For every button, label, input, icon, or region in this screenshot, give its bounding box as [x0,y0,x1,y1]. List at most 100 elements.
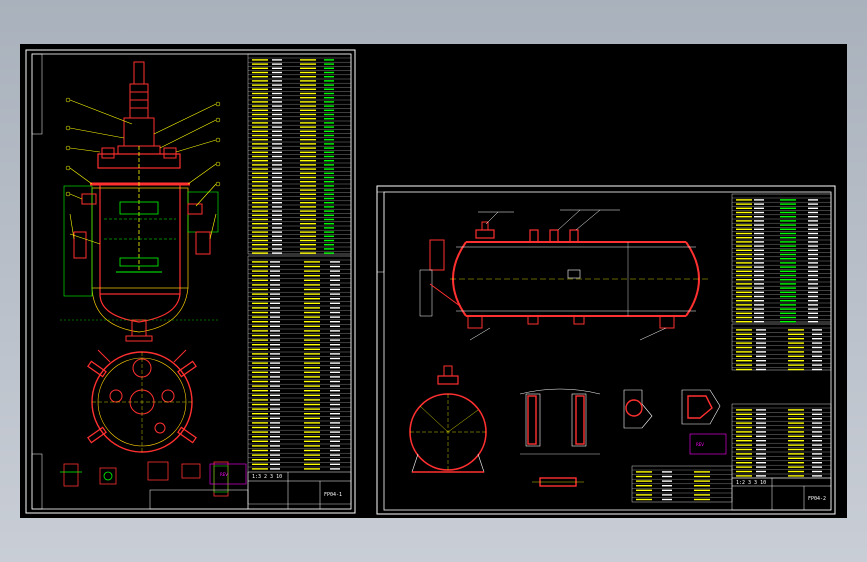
table-cell-text [808,283,818,285]
table-cell-text [252,367,268,369]
table-cell-text [304,436,320,438]
table-cell-text [324,76,334,78]
table-cell-text [300,143,316,145]
table-cell-text [780,291,796,293]
table-cell-text [272,181,282,183]
table-cell-text [324,63,334,65]
table-cell-text [300,227,316,229]
table-cell-text [754,199,764,201]
table-cell-text [300,214,316,216]
table-cell-text [330,270,340,272]
table-cell-text [304,385,320,387]
table-cell-text [252,325,268,327]
table-cell-text [272,122,282,124]
table-cell-text [808,245,818,247]
reactor-vessel [60,146,220,342]
table-cell-text [330,413,340,415]
table-cell-text [252,113,268,116]
table-cell-text [304,380,320,383]
table-cell-text [780,237,796,239]
table-cell-text [330,445,340,447]
table-cell-text [252,362,268,364]
table-cell-text [808,211,818,214]
table-cell-text [788,346,804,349]
table-cell-text [252,288,268,291]
table-cell-text [324,231,334,233]
table-cell-text [812,470,822,473]
table-cell-text [304,426,320,429]
table-cell-text [252,214,268,216]
table-cell-text [780,283,796,285]
table-cell-text [788,453,804,455]
table-cell-text [754,211,764,214]
table-cell-text [736,431,752,433]
table-cell-text [812,364,822,366]
table-cell-text [324,176,334,179]
table-cell-text [252,151,268,153]
table-cell-text [252,339,268,341]
table-cell-text [736,351,752,353]
table-cell-text [788,444,804,446]
table-cell-text [808,237,818,239]
table-cell-text [252,193,268,195]
table-cell-text [252,265,268,268]
table-cell-text [272,97,282,99]
table-cell-text [252,164,268,166]
table-cell-text [270,353,280,355]
table-cell-text [272,71,282,74]
table-cell-text [252,279,268,281]
right-drawing-code: FP04-2 [808,496,826,502]
left-scale-row: 1:3 2 3 10 [252,474,282,480]
table-cell-text [252,59,268,61]
table-cell-text [252,122,268,124]
cad-viewport[interactable]: 1:3 2 3 10 FP04-1 REV 1:2 3 3 10 FP04-2 … [20,44,847,518]
table-cell-text [780,207,796,209]
table-cell-text [808,270,818,272]
table-cell-text [272,155,282,158]
table-cell-text [736,355,752,357]
table-cell-text [304,362,320,364]
table-cell-text [304,321,320,323]
table-cell-text [788,440,804,442]
table-cell-text [736,470,752,473]
table-cell-text [788,368,804,371]
table-cell-text [272,214,282,216]
table-cell-text [808,241,818,243]
table-cell-text [272,210,282,212]
table-cell-text [300,71,316,74]
table-cell-text [270,367,280,369]
table-cell-text [252,380,268,383]
table-cell-text [812,360,822,362]
table-cell-text [252,244,268,246]
table-cell-text [330,339,340,341]
table-cell-text [736,216,752,218]
table-cell-text [694,489,710,491]
table-cell-text [300,147,316,149]
table-cell-text [270,302,280,304]
table-cell-text [300,181,316,183]
table-cell-text [300,239,316,242]
table-cell-text [270,288,280,291]
table-cell-text [788,475,804,477]
table-cell-text [300,59,316,61]
table-cell-text [694,471,710,473]
table-cell-text [270,362,280,364]
table-cell-text [300,231,316,233]
table-cell-text [324,109,334,111]
table-cell-text [272,139,282,141]
table-cell-text [304,334,320,337]
table-cell-text [272,76,282,78]
table-cell-text [252,105,268,107]
table-cell-text [330,344,340,346]
table-cell-text [812,435,822,437]
table-cell-text [252,223,268,225]
table-cell-text [252,344,268,346]
table-cell-text [754,216,764,218]
table-cell-text [330,348,340,350]
table-cell-text [252,202,268,204]
table-cell-text [272,176,282,179]
table-cell-text [252,436,268,438]
table-cell-text [756,368,766,371]
table-cell-text [330,334,340,337]
table-cell-text [736,329,752,331]
